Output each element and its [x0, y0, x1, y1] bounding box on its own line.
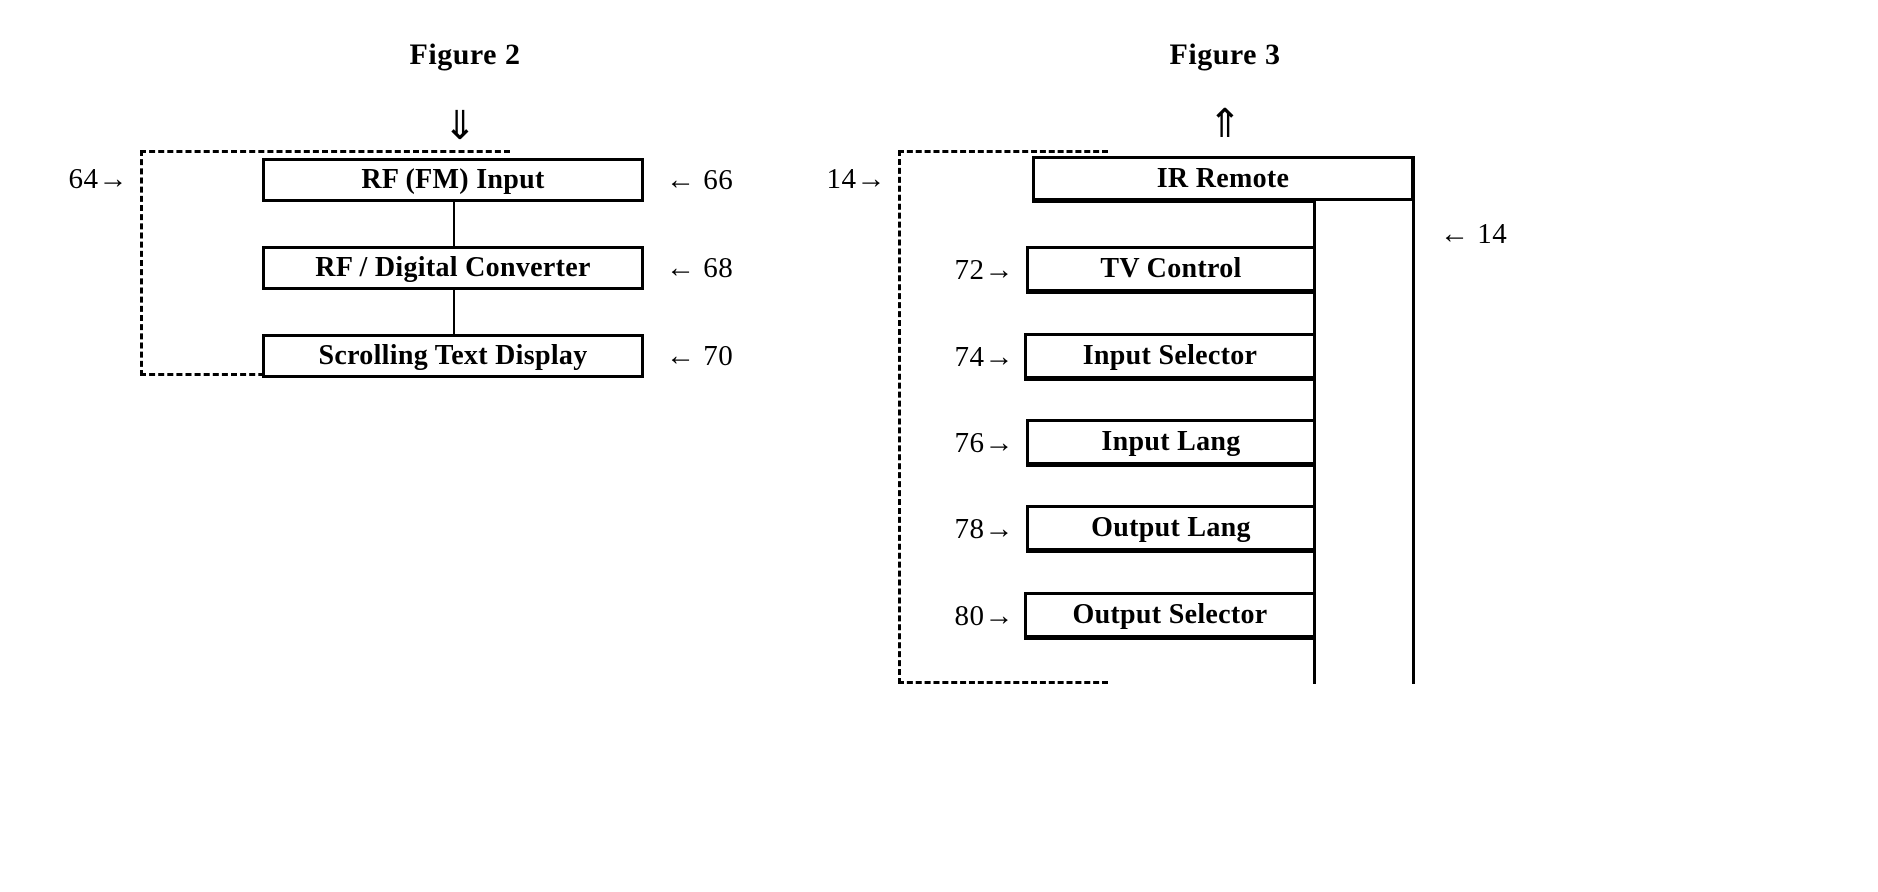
ref-number-64: 64 — [68, 163, 99, 195]
figure-3-block-ir-remote: IR Remote — [1032, 156, 1414, 201]
figure-3-outer-ref-14: ← 14 — [1440, 218, 1507, 251]
figure-2-block-ref-70: ← 70 — [666, 340, 733, 373]
figure-3-block-tv-control: TV Control — [1026, 246, 1316, 292]
ref-arrow-right-icon: → — [984, 341, 1014, 373]
ref-number-66: 66 — [703, 164, 734, 196]
figure-3-block-ref-72: 72→ — [906, 254, 1014, 287]
ref-number-80: 80 — [954, 600, 985, 632]
figure-3-outer-frame-right — [1412, 156, 1415, 684]
ref-arrow-right-icon: → — [856, 163, 886, 195]
ref-number-72: 72 — [954, 254, 985, 286]
figure-3-enclosure-ref-14: 14→ — [778, 163, 886, 196]
figure-2-input-double-arrow-icon: ⇓ — [443, 103, 477, 149]
figure-2-block-rf-fm-input: RF (FM) Input — [262, 158, 644, 202]
figure-3-block-ref-74: 74→ — [906, 341, 1014, 374]
figure-3-block-ref-76: 76→ — [906, 427, 1014, 460]
ref-arrow-right-icon: → — [984, 427, 1014, 459]
figure-3-input-double-arrow-icon: ⇑ — [1208, 101, 1242, 147]
ref-arrow-right-icon: → — [984, 254, 1014, 286]
ref-number-68: 68 — [703, 252, 734, 284]
figure-2-block-rf-digital-converter: RF / Digital Converter — [262, 246, 644, 290]
figure-2-block-ref-68: ← 68 — [666, 252, 733, 285]
figure-2-block-ref-66: ← 66 — [666, 164, 733, 197]
figure-2-block-scrolling-text-display: Scrolling Text Display — [262, 334, 644, 378]
ref-arrow-left-icon: ← — [1440, 218, 1470, 250]
ref-arrow-left-icon: ← — [666, 340, 696, 372]
figure-2-connector-68-70 — [453, 288, 455, 340]
ref-number-76: 76 — [954, 427, 985, 459]
ref-arrow-right-icon: → — [984, 513, 1014, 545]
figure-3-block-input-selector: Input Selector — [1024, 333, 1316, 379]
figure-2-enclosure-ref-64: 64→ — [20, 163, 128, 196]
figure-3-caption: Figure 3 — [1169, 38, 1281, 71]
ref-number-70: 70 — [703, 340, 734, 372]
figure-3-block-output-selector: Output Selector — [1024, 592, 1316, 638]
ref-number-74: 74 — [954, 341, 985, 373]
figure-3-block-output-lang: Output Lang — [1026, 505, 1316, 551]
patent-drawing-sheet: Figure 2 ⇓ 64→ RF (FM) Input ← 66 RF / D… — [0, 0, 1878, 892]
ref-arrow-right-icon: → — [98, 163, 128, 195]
ref-arrow-left-icon: ← — [666, 252, 696, 284]
figure-2-caption: Figure 2 — [409, 38, 521, 71]
ref-number-14-right: 14 — [1477, 218, 1508, 250]
ref-number-14-left: 14 — [826, 163, 857, 195]
ref-arrow-right-icon: → — [984, 600, 1014, 632]
ref-arrow-left-icon: ← — [666, 164, 696, 196]
figure-3-block-input-lang: Input Lang — [1026, 419, 1316, 465]
ref-number-78: 78 — [954, 513, 985, 545]
figure-2-connector-66-68 — [453, 200, 455, 252]
figure-3-block-ref-78: 78→ — [906, 513, 1014, 546]
figure-3-block-ref-80: 80→ — [906, 600, 1014, 633]
